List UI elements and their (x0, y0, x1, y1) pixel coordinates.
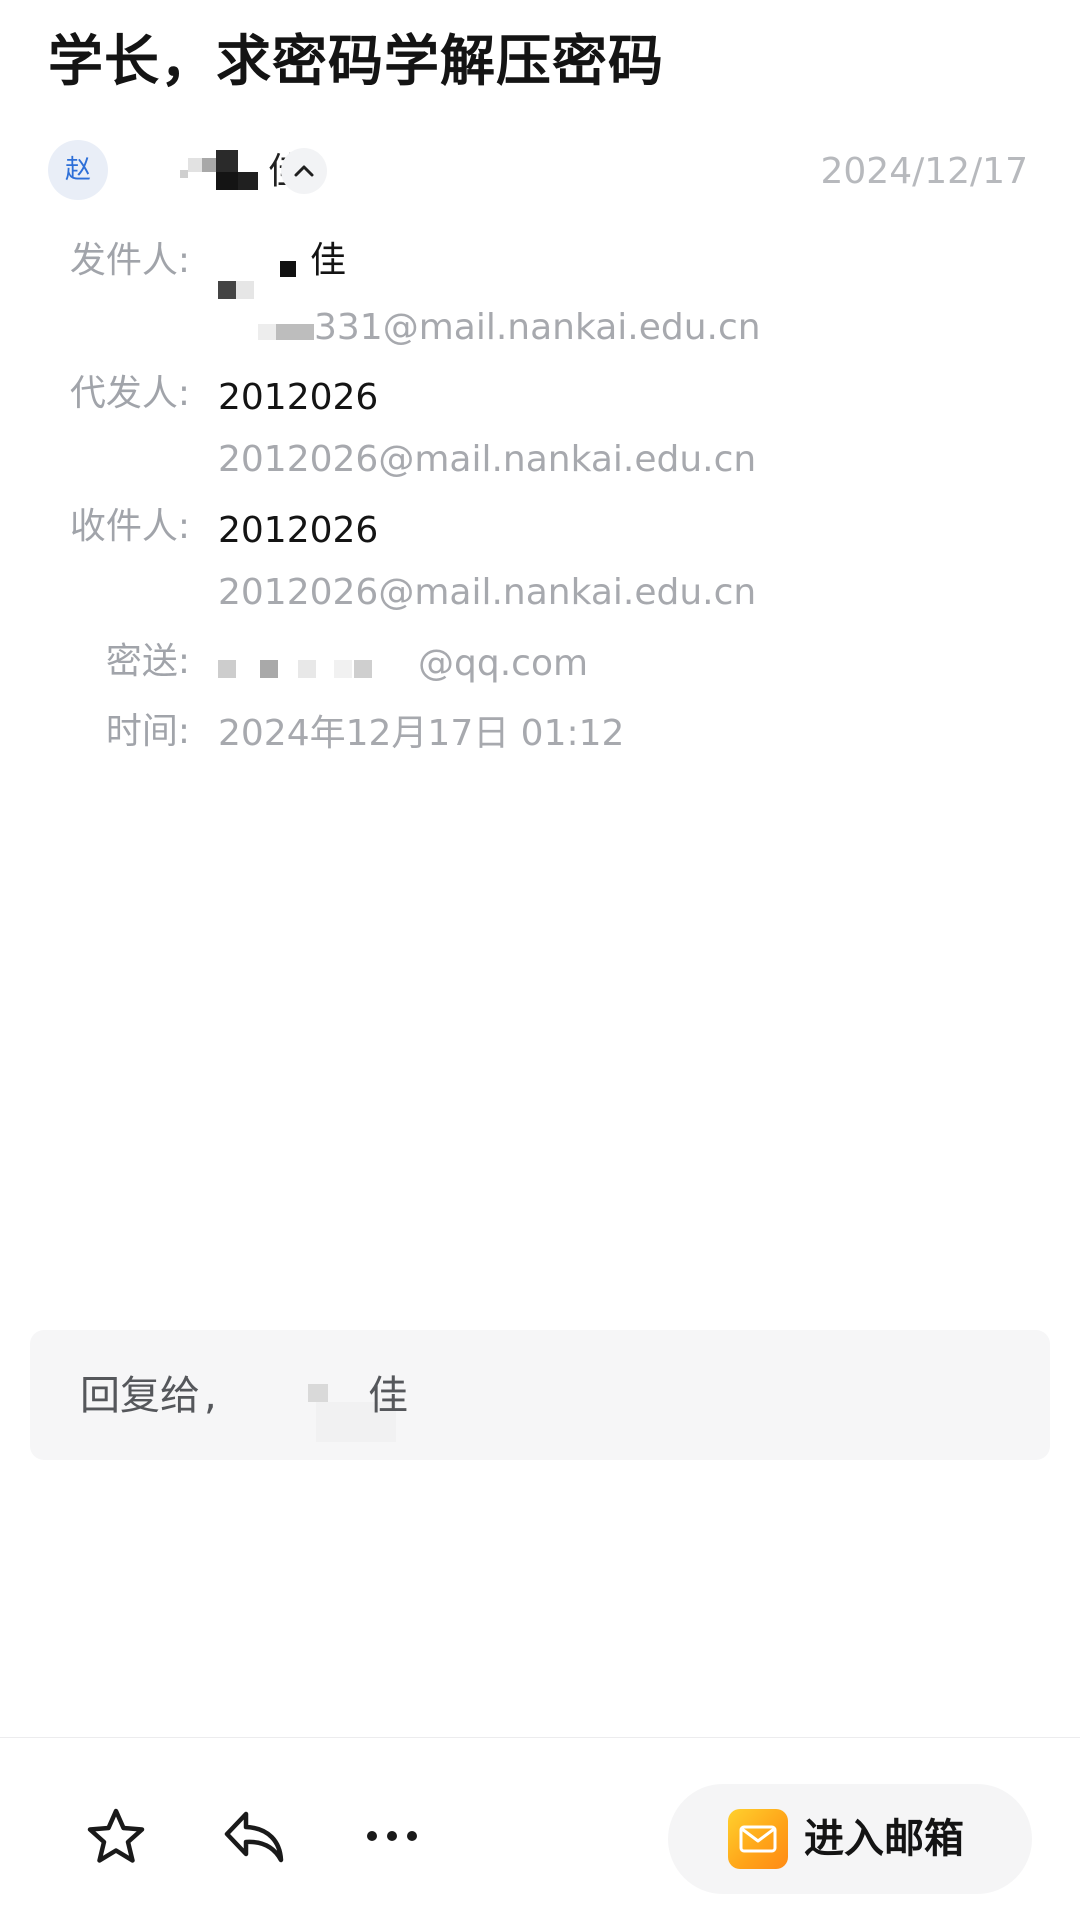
reply-button[interactable] (214, 1796, 294, 1876)
sender-avatar[interactable]: 赵 (48, 140, 108, 200)
enter-mailbox-button[interactable]: 进入邮箱 (668, 1784, 1032, 1894)
to-name[interactable]: 2012026 (218, 507, 378, 555)
on-behalf-name[interactable]: 2012026 (218, 374, 378, 422)
star-icon (87, 1808, 145, 1863)
reply-input[interactable]: 回复给, 佳 (30, 1330, 1050, 1460)
chevron-up-icon (294, 165, 314, 177)
bcc-label: 密送: (105, 641, 190, 682)
on-behalf-label: 代发人: (69, 373, 190, 414)
bcc-address-text: @qq.com (418, 643, 589, 684)
from-label: 发件人: (69, 240, 190, 281)
to-label: 收件人: (69, 506, 190, 547)
time-value: 2024年12月17日 01:12 (218, 713, 625, 754)
enter-mailbox-label: 进入邮箱 (804, 1816, 964, 1862)
reply-name-text: 佳 (368, 1373, 408, 1419)
from-name[interactable]: 佳 (218, 237, 346, 299)
sender-summary[interactable]: 赵 佳 2024/12/17 (48, 140, 1028, 204)
reply-placeholder: 回复给, 佳 (80, 1370, 408, 1442)
collapse-details-button[interactable] (281, 148, 327, 194)
bcc-address[interactable]: @qq.com (218, 640, 618, 688)
time-label: 时间: (105, 711, 190, 752)
more-button[interactable] (352, 1796, 432, 1876)
reply-icon (224, 1811, 284, 1863)
mail-app-icon (728, 1809, 788, 1869)
from-address-text: 331@mail.nankai.edu.cn (314, 307, 761, 348)
toolbar-divider (0, 1737, 1080, 1738)
more-icon (367, 1831, 417, 1841)
on-behalf-address[interactable]: 2012026@mail.nankai.edu.cn (218, 436, 756, 484)
to-address[interactable]: 2012026@mail.nankai.edu.cn (218, 569, 756, 617)
star-button[interactable] (76, 1796, 156, 1876)
from-name-text: 佳 (310, 240, 347, 281)
email-subject: 学长，求密码学解压密码 (48, 29, 665, 93)
envelope-icon (739, 1825, 777, 1853)
from-address[interactable]: 331@mail.nankai.edu.cn (218, 304, 761, 352)
email-date: 2024/12/17 (820, 151, 1029, 192)
